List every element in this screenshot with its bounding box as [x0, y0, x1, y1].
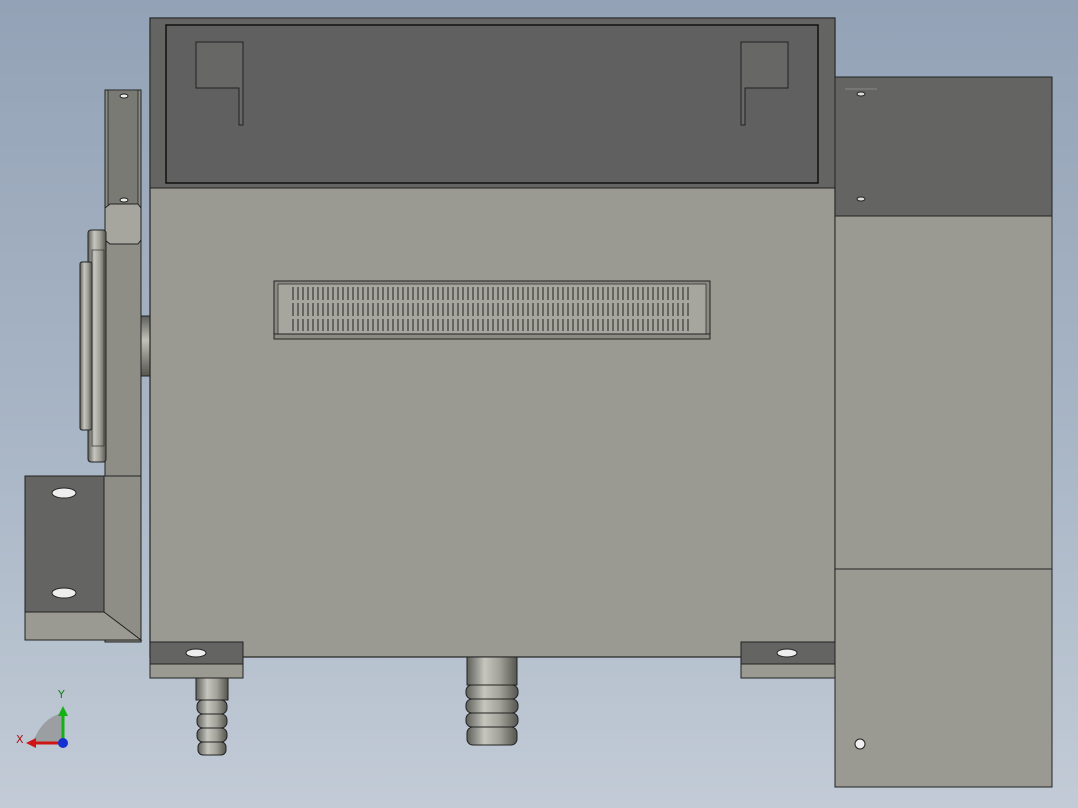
triad-x-label: X — [16, 733, 24, 746]
cad-3d-viewport[interactable] — [0, 0, 1078, 808]
bracket-hole-top — [119, 93, 129, 99]
left-foot-plate[interactable] — [24, 475, 143, 641]
right-motor-block[interactable] — [834, 76, 1053, 788]
motor-screw-top — [856, 91, 866, 97]
triad-z-axis — [58, 738, 68, 748]
foot-right-hole — [776, 648, 798, 658]
bracket-hole-mid — [119, 197, 129, 203]
vent-grille[interactable] — [273, 280, 711, 340]
bottom-foot-left[interactable] — [149, 641, 244, 679]
triad-y-label: Y — [58, 688, 65, 701]
foot-hole-top — [51, 487, 77, 499]
motor-hole — [854, 738, 866, 750]
bottom-foot-right[interactable] — [740, 641, 836, 679]
hose-fitting-left[interactable] — [195, 677, 229, 756]
hose-fitting-center[interactable] — [465, 656, 519, 746]
foot-left-hole — [185, 648, 207, 658]
triad-plane — [33, 713, 62, 742]
motor-screw-mid — [856, 196, 866, 202]
top-cover-panel[interactable] — [149, 17, 836, 189]
orientation-triad — [26, 706, 68, 748]
left-flange[interactable] — [79, 229, 107, 463]
foot-hole-bottom — [51, 587, 77, 599]
